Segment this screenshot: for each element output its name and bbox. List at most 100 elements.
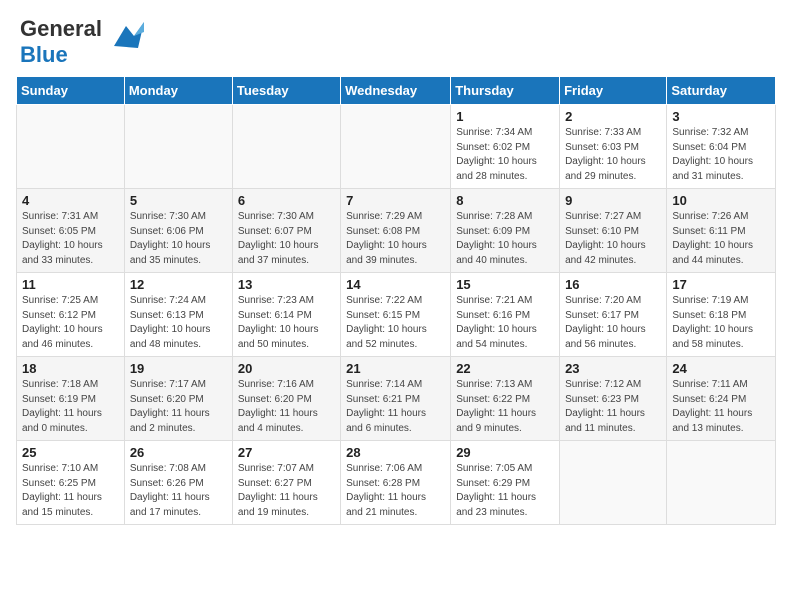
logo-text: General Blue bbox=[20, 16, 102, 68]
calendar-cell: 5Sunrise: 7:30 AM Sunset: 6:06 PM Daylig… bbox=[124, 189, 232, 273]
day-number: 4 bbox=[22, 193, 119, 208]
calendar-cell bbox=[124, 105, 232, 189]
day-number: 27 bbox=[238, 445, 335, 460]
day-header-tuesday: Tuesday bbox=[232, 77, 340, 105]
day-number: 8 bbox=[456, 193, 554, 208]
day-header-monday: Monday bbox=[124, 77, 232, 105]
day-number: 15 bbox=[456, 277, 554, 292]
day-info: Sunrise: 7:34 AM Sunset: 6:02 PM Dayligh… bbox=[456, 126, 554, 184]
calendar-cell: 8 Sunrise: 7:28 AM Sunset: 6:09 PM Daylig… bbox=[451, 189, 560, 273]
day-info: Sunrise: 7:16 AM Sunset: 6:20 PM Dayligh… bbox=[238, 378, 335, 436]
week-row-5: 25 Sunrise: 7:10 AM Sunset: 6:25 PM Dayli… bbox=[17, 441, 776, 525]
day-number: 20 bbox=[238, 361, 335, 376]
calendar-cell: 17 Sunrise: 7:19 AM Sunset: 6:18 PM Dayli… bbox=[667, 273, 776, 357]
week-row-2: 4 Sunrise: 7:31 AM Sunset: 6:05 PM Daylig… bbox=[17, 189, 776, 273]
day-number: 19 bbox=[130, 361, 227, 376]
day-number: 29 bbox=[456, 445, 554, 460]
day-info: Sunrise: 7:32 AM Sunset: 6:04 PM Dayligh… bbox=[672, 126, 770, 184]
day-info: Sunrise: 7:25 AM Sunset: 6:12 PM Dayligh… bbox=[22, 294, 119, 352]
day-info: Sunrise: 7:06 AM Sunset: 6:28 PM Dayligh… bbox=[346, 462, 445, 520]
day-info: Sunrise: 7:28 AM Sunset: 6:09 PM Dayligh… bbox=[456, 210, 554, 268]
day-info: Sunrise: 7:21 AM Sunset: 6:16 PM Dayligh… bbox=[456, 294, 554, 352]
day-number: 13 bbox=[238, 277, 335, 292]
week-row-1: 1 Sunrise: 7:34 AM Sunset: 6:02 PM Daylig… bbox=[17, 105, 776, 189]
day-number: 28 bbox=[346, 445, 445, 460]
calendar-cell: 16 Sunrise: 7:20 AM Sunset: 6:17 PM Dayli… bbox=[560, 273, 667, 357]
calendar-cell: 22 Sunrise: 7:13 AM Sunset: 6:22 PM Dayli… bbox=[451, 357, 560, 441]
calendar-cell bbox=[17, 105, 125, 189]
calendar-cell bbox=[341, 105, 451, 189]
day-number: 2 bbox=[565, 109, 661, 124]
day-info: Sunrise: 7:29 AM Sunset: 6:08 PM Dayligh… bbox=[346, 210, 445, 268]
day-info: Sunrise: 7:33 AM Sunset: 6:03 PM Dayligh… bbox=[565, 126, 661, 184]
day-info: Sunrise: 7:14 AM Sunset: 6:21 PM Dayligh… bbox=[346, 378, 445, 436]
calendar-cell: 10 Sunrise: 7:26 AM Sunset: 6:11 PM Dayli… bbox=[667, 189, 776, 273]
day-number: 16 bbox=[565, 277, 661, 292]
calendar-cell: 28 Sunrise: 7:06 AM Sunset: 6:28 PM Dayli… bbox=[341, 441, 451, 525]
calendar-cell: 24 Sunrise: 7:11 AM Sunset: 6:24 PM Dayli… bbox=[667, 357, 776, 441]
day-info: Sunrise: 7:31 AM Sunset: 6:05 PM Dayligh… bbox=[22, 210, 119, 268]
week-row-3: 11Sunrise: 7:25 AM Sunset: 6:12 PM Dayli… bbox=[17, 273, 776, 357]
day-info: Sunrise: 7:17 AM Sunset: 6:20 PM Dayligh… bbox=[130, 378, 227, 436]
calendar-cell: 2 Sunrise: 7:33 AM Sunset: 6:03 PM Daylig… bbox=[560, 105, 667, 189]
day-number: 1 bbox=[456, 109, 554, 124]
day-info: Sunrise: 7:10 AM Sunset: 6:25 PM Dayligh… bbox=[22, 462, 119, 520]
day-number: 17 bbox=[672, 277, 770, 292]
day-info: Sunrise: 7:13 AM Sunset: 6:22 PM Dayligh… bbox=[456, 378, 554, 436]
day-header-wednesday: Wednesday bbox=[341, 77, 451, 105]
day-info: Sunrise: 7:23 AM Sunset: 6:14 PM Dayligh… bbox=[238, 294, 335, 352]
logo-bird-icon bbox=[106, 18, 146, 58]
day-number: 21 bbox=[346, 361, 445, 376]
days-header-row: SundayMondayTuesdayWednesdayThursdayFrid… bbox=[17, 77, 776, 105]
day-info: Sunrise: 7:19 AM Sunset: 6:18 PM Dayligh… bbox=[672, 294, 770, 352]
day-info: Sunrise: 7:05 AM Sunset: 6:29 PM Dayligh… bbox=[456, 462, 554, 520]
calendar-cell: 15 Sunrise: 7:21 AM Sunset: 6:16 PM Dayli… bbox=[451, 273, 560, 357]
calendar-cell bbox=[232, 105, 340, 189]
calendar-cell: 20 Sunrise: 7:16 AM Sunset: 6:20 PM Dayli… bbox=[232, 357, 340, 441]
calendar-cell: 9Sunrise: 7:27 AM Sunset: 6:10 PM Daylig… bbox=[560, 189, 667, 273]
day-number: 18 bbox=[22, 361, 119, 376]
day-info: Sunrise: 7:22 AM Sunset: 6:15 PM Dayligh… bbox=[346, 294, 445, 352]
calendar-cell bbox=[667, 441, 776, 525]
calendar-cell: 12 Sunrise: 7:24 AM Sunset: 6:13 PM Dayli… bbox=[124, 273, 232, 357]
week-row-4: 18 Sunrise: 7:18 AM Sunset: 6:19 PM Dayli… bbox=[17, 357, 776, 441]
calendar-table: SundayMondayTuesdayWednesdayThursdayFrid… bbox=[16, 76, 776, 525]
day-number: 24 bbox=[672, 361, 770, 376]
logo: General Blue bbox=[20, 16, 146, 68]
day-number: 12 bbox=[130, 277, 227, 292]
day-info: Sunrise: 7:26 AM Sunset: 6:11 PM Dayligh… bbox=[672, 210, 770, 268]
page-header: General Blue bbox=[0, 0, 792, 76]
calendar-cell: 11Sunrise: 7:25 AM Sunset: 6:12 PM Dayli… bbox=[17, 273, 125, 357]
calendar-cell: 3 Sunrise: 7:32 AM Sunset: 6:04 PM Daylig… bbox=[667, 105, 776, 189]
day-number: 6 bbox=[238, 193, 335, 208]
day-header-friday: Friday bbox=[560, 77, 667, 105]
calendar-cell: 4 Sunrise: 7:31 AM Sunset: 6:05 PM Daylig… bbox=[17, 189, 125, 273]
day-header-sunday: Sunday bbox=[17, 77, 125, 105]
calendar-cell: 7 Sunrise: 7:29 AM Sunset: 6:08 PM Daylig… bbox=[341, 189, 451, 273]
calendar-cell: 21 Sunrise: 7:14 AM Sunset: 6:21 PM Dayli… bbox=[341, 357, 451, 441]
day-info: Sunrise: 7:11 AM Sunset: 6:24 PM Dayligh… bbox=[672, 378, 770, 436]
day-info: Sunrise: 7:08 AM Sunset: 6:26 PM Dayligh… bbox=[130, 462, 227, 520]
day-info: Sunrise: 7:18 AM Sunset: 6:19 PM Dayligh… bbox=[22, 378, 119, 436]
calendar-cell: 13 Sunrise: 7:23 AM Sunset: 6:14 PM Dayli… bbox=[232, 273, 340, 357]
calendar-wrapper: SundayMondayTuesdayWednesdayThursdayFrid… bbox=[0, 76, 792, 533]
day-info: Sunrise: 7:12 AM Sunset: 6:23 PM Dayligh… bbox=[565, 378, 661, 436]
calendar-cell: 1 Sunrise: 7:34 AM Sunset: 6:02 PM Daylig… bbox=[451, 105, 560, 189]
day-number: 7 bbox=[346, 193, 445, 208]
day-number: 22 bbox=[456, 361, 554, 376]
calendar-cell: 25 Sunrise: 7:10 AM Sunset: 6:25 PM Dayli… bbox=[17, 441, 125, 525]
calendar-cell: 19 Sunrise: 7:17 AM Sunset: 6:20 PM Dayli… bbox=[124, 357, 232, 441]
day-number: 5 bbox=[130, 193, 227, 208]
day-info: Sunrise: 7:24 AM Sunset: 6:13 PM Dayligh… bbox=[130, 294, 227, 352]
day-number: 26 bbox=[130, 445, 227, 460]
day-info: Sunrise: 7:30 AM Sunset: 6:07 PM Dayligh… bbox=[238, 210, 335, 268]
calendar-cell: 26 Sunrise: 7:08 AM Sunset: 6:26 PM Dayli… bbox=[124, 441, 232, 525]
day-info: Sunrise: 7:20 AM Sunset: 6:17 PM Dayligh… bbox=[565, 294, 661, 352]
day-number: 25 bbox=[22, 445, 119, 460]
day-number: 10 bbox=[672, 193, 770, 208]
day-info: Sunrise: 7:27 AM Sunset: 6:10 PM Dayligh… bbox=[565, 210, 661, 268]
calendar-cell: 18 Sunrise: 7:18 AM Sunset: 6:19 PM Dayli… bbox=[17, 357, 125, 441]
day-number: 3 bbox=[672, 109, 770, 124]
calendar-cell: 23Sunrise: 7:12 AM Sunset: 6:23 PM Dayli… bbox=[560, 357, 667, 441]
calendar-cell: 29 Sunrise: 7:05 AM Sunset: 6:29 PM Dayli… bbox=[451, 441, 560, 525]
